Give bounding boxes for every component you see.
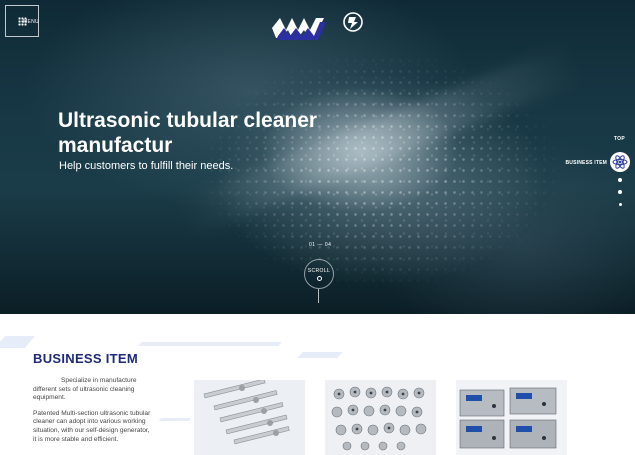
product-card-transducer-set[interactable] [325,380,436,455]
menu-button[interactable]: MENU [5,5,39,37]
scroll-indicator-icon [317,276,322,281]
transducer-set-image [325,380,436,455]
menu-label: MENU [23,19,39,25]
description-paragraph: Specialize in manufacture different sets… [33,377,137,402]
business-section: BUSINESS ITEM Specialize in manufacture … [0,314,635,455]
hero-banner: MENU Ultrasonic tubular cleaner manufact… [0,0,635,314]
scroll-button[interactable]: SCROLL [304,259,334,289]
company-logo[interactable] [270,8,366,42]
hero-title: Ultrasonic tubular cleaner manufactur [58,109,318,157]
decor-shape [297,352,343,358]
side-nav-top[interactable]: TOP [614,136,625,142]
scroll-line [318,289,319,303]
side-nav-dot[interactable] [618,190,622,194]
decor-shape [0,336,36,348]
product-card-tubular-transducers[interactable] [194,380,305,455]
slide-counter: 01 — 04 [309,242,332,248]
side-navigation: TOP BUSINESS ITEM [555,132,635,212]
description-paragraph: Patented Multi-section ultrasonic tubula… [33,409,151,443]
section-description: Specialize in manufacture different sets… [33,377,153,451]
product-card-generators[interactable] [456,380,567,455]
side-nav-dot[interactable] [618,178,622,182]
side-nav-business-item[interactable]: BUSINESS ITEM [566,160,608,166]
page: MENU Ultrasonic tubular cleaner manufact… [0,0,635,455]
atom-icon[interactable] [610,152,630,172]
decor-shape [158,418,192,421]
scroll-label: SCROLL [307,268,331,274]
tubular-transducer-image [194,380,305,455]
side-nav-dot[interactable] [618,203,622,206]
generator-image [456,380,567,455]
section-title: BUSINESS ITEM [33,351,139,366]
decor-shape [138,342,282,346]
hero-subtitle: Help customers to fulfill their needs. [59,160,234,172]
